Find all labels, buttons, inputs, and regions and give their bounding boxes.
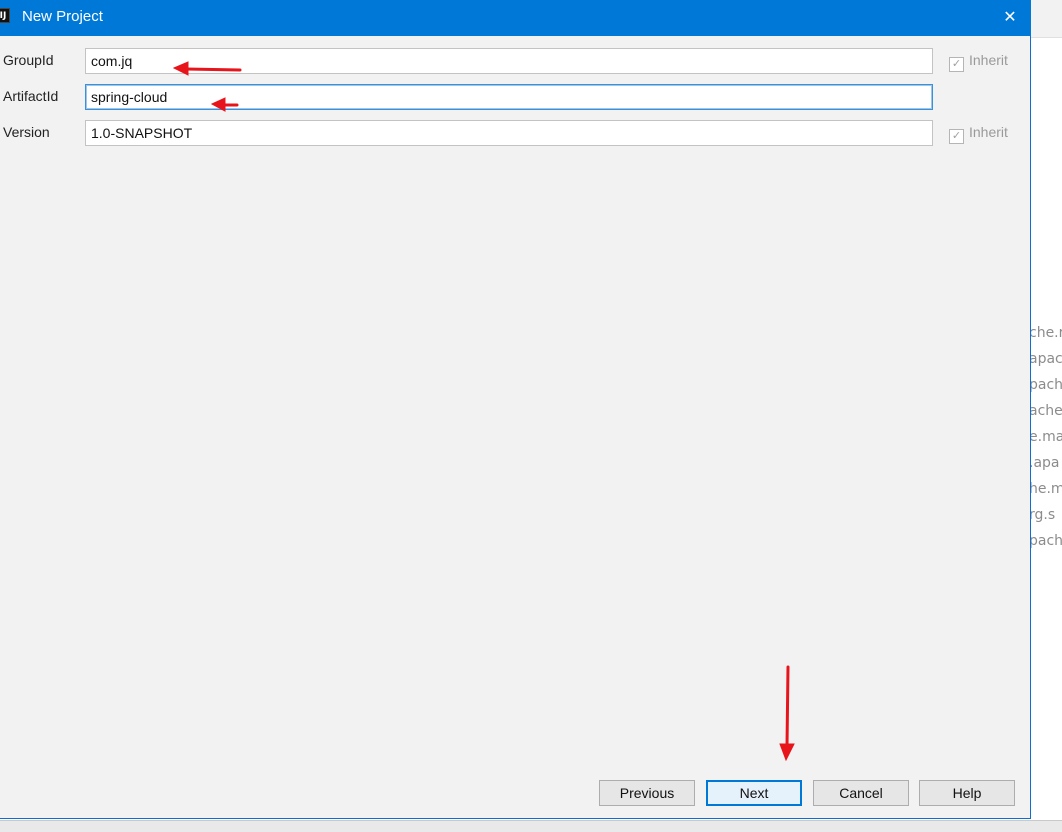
background-code-line: pach xyxy=(1031,533,1062,549)
cancel-button[interactable]: Cancel xyxy=(813,780,909,806)
background-code-line: ache. xyxy=(1031,403,1062,419)
group-id-row: GroupId com.jq ✓ Inherit xyxy=(0,48,1031,74)
intellij-icon: IJ xyxy=(0,8,10,23)
artifact-id-field[interactable]: spring-cloud xyxy=(85,84,933,110)
background-code-line: e.ma xyxy=(1031,429,1062,445)
group-id-inherit-checkbox[interactable]: ✓ Inherit xyxy=(949,52,1008,72)
version-field[interactable]: 1.0-SNAPSHOT xyxy=(85,120,933,146)
artifact-id-label: ArtifactId xyxy=(3,88,59,104)
checkmark-icon: ✓ xyxy=(949,129,964,144)
background-code-line: che.r xyxy=(1031,325,1062,341)
dialog-title: New Project xyxy=(22,8,103,25)
checkmark-icon: ✓ xyxy=(949,57,964,72)
background-code-line: he.m xyxy=(1031,481,1062,497)
previous-button[interactable]: Previous xyxy=(599,780,695,806)
background-toolbar xyxy=(1031,0,1062,38)
artifact-id-row: ArtifactId spring-cloud xyxy=(0,84,1031,110)
background-code-line: apac xyxy=(1031,351,1062,367)
background-code-line: .apa xyxy=(1031,455,1060,471)
version-inherit-checkbox[interactable]: ✓ Inherit xyxy=(949,124,1008,144)
group-id-label: GroupId xyxy=(3,52,54,68)
background-code-line: pache xyxy=(1031,377,1062,393)
version-label: Version xyxy=(3,124,50,140)
background-editor: che.r apac pache ache. e.ma .apa he.m rg… xyxy=(1031,0,1062,831)
background-code-line: rg.s xyxy=(1031,507,1056,523)
version-row: Version 1.0-SNAPSHOT ✓ Inherit xyxy=(0,120,1031,146)
dialog-titlebar[interactable]: IJ New Project ✕ xyxy=(0,0,1031,36)
background-statusbar xyxy=(0,820,1062,832)
help-button[interactable]: Help xyxy=(919,780,1015,806)
inherit-label: Inherit xyxy=(969,124,1008,140)
group-id-field[interactable]: com.jq xyxy=(85,48,933,74)
next-button[interactable]: Next xyxy=(706,780,802,806)
new-project-dialog: IJ New Project ✕ GroupId com.jq ✓ Inherit… xyxy=(0,0,1031,819)
close-icon[interactable]: ✕ xyxy=(989,0,1031,36)
inherit-label: Inherit xyxy=(969,52,1008,68)
